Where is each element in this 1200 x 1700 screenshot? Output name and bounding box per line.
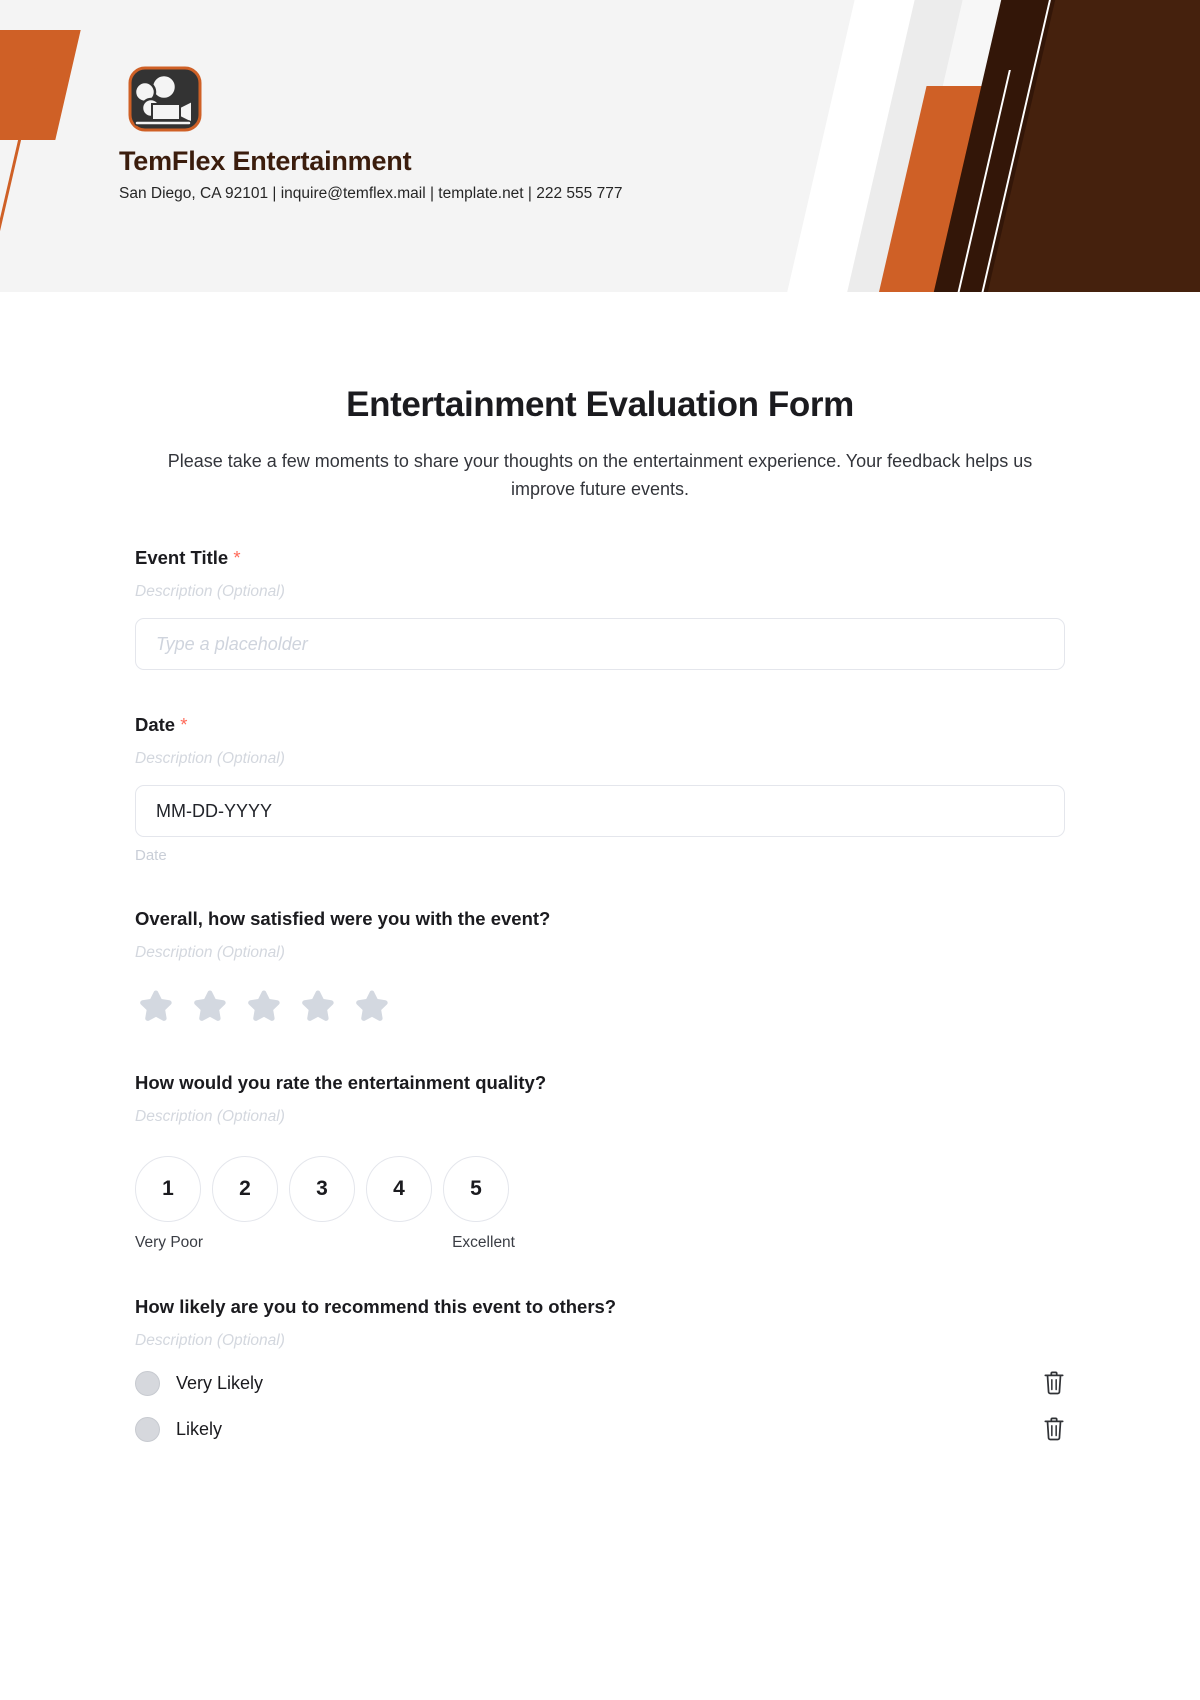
field-label-text: Date	[135, 714, 176, 736]
field-description-event-title: Description (Optional)	[135, 583, 285, 601]
star-icon[interactable]	[189, 986, 231, 1028]
trash-icon[interactable]	[1043, 1370, 1065, 1396]
field-quality: How would you rate the entertainment qua…	[135, 1072, 1065, 1252]
required-asterisk: *	[233, 547, 241, 569]
field-description-date: Description (Optional)	[135, 750, 285, 768]
field-event-title: Event Title * Description (Optional)	[135, 547, 1065, 671]
event-title-input[interactable]	[135, 618, 1065, 671]
field-label-date: Date *	[135, 714, 1065, 736]
field-description-recommend: Description (Optional)	[135, 1332, 285, 1350]
page-header: TemFlex Entertainment San Diego, CA 9210…	[0, 0, 1200, 292]
date-input[interactable]	[135, 785, 1065, 838]
radio-button-icon[interactable]	[135, 1370, 160, 1396]
field-date: Date * Description (Optional) Date	[135, 714, 1065, 864]
field-label-event-title: Event Title *	[135, 547, 1065, 569]
radio-option-label: Very Likely	[176, 1372, 264, 1393]
scale-endpoint-labels: Very Poor Excellent	[135, 1234, 515, 1252]
field-satisfaction: Overall, how satisfied were you with the…	[135, 908, 1065, 1028]
field-description-satisfaction: Description (Optional)	[135, 944, 285, 962]
form-subtitle: Please take a few moments to share your …	[167, 451, 1033, 500]
page-title: Entertainment Evaluation Form	[346, 385, 854, 424]
date-helper-label: Date	[135, 847, 167, 865]
rating-scale: 1 2 3 4 5	[135, 1156, 1065, 1223]
brand-block: TemFlex Entertainment San Diego, CA 9210…	[119, 60, 622, 203]
decoration-left-orange-block	[0, 30, 81, 140]
scale-option-3[interactable]: 3	[289, 1156, 355, 1223]
radio-option-row[interactable]: Likely	[135, 1416, 1065, 1442]
field-label-text: Event Title	[135, 547, 229, 569]
radio-button-icon[interactable]	[135, 1416, 160, 1442]
brand-name: TemFlex Entertainment	[119, 146, 412, 176]
radio-option-label: Likely	[176, 1418, 223, 1439]
radio-option[interactable]: Likely	[135, 1416, 223, 1442]
required-asterisk: *	[180, 714, 188, 736]
radio-option-row[interactable]: Very Likely	[135, 1370, 1065, 1396]
brand-contact: San Diego, CA 92101 | inquire@temflex.ma…	[119, 185, 623, 202]
star-icon[interactable]	[243, 986, 285, 1028]
field-label-satisfaction: Overall, how satisfied were you with the…	[135, 908, 551, 930]
scale-option-4[interactable]: 4	[366, 1156, 432, 1223]
star-icon[interactable]	[351, 986, 393, 1028]
scale-option-2[interactable]: 2	[212, 1156, 278, 1223]
film-camera-icon	[128, 66, 202, 132]
field-description-quality: Description (Optional)	[135, 1108, 285, 1126]
scale-low-label: Very Poor	[135, 1234, 204, 1252]
scale-option-5[interactable]: 5	[443, 1156, 509, 1223]
field-label-quality: How would you rate the entertainment qua…	[135, 1072, 547, 1094]
trash-icon[interactable]	[1043, 1416, 1065, 1442]
star-rating[interactable]	[135, 986, 1065, 1028]
star-icon[interactable]	[135, 986, 177, 1028]
field-recommend: How likely are you to recommend this eve…	[135, 1296, 1065, 1442]
star-icon[interactable]	[297, 986, 339, 1028]
form-sheet: Entertainment Evaluation Form Please tak…	[0, 385, 1200, 1442]
scale-high-label: Excellent	[452, 1234, 515, 1252]
scale-option-1[interactable]: 1	[135, 1156, 201, 1223]
radio-option[interactable]: Very Likely	[135, 1370, 264, 1396]
field-label-recommend: How likely are you to recommend this eve…	[135, 1296, 617, 1318]
